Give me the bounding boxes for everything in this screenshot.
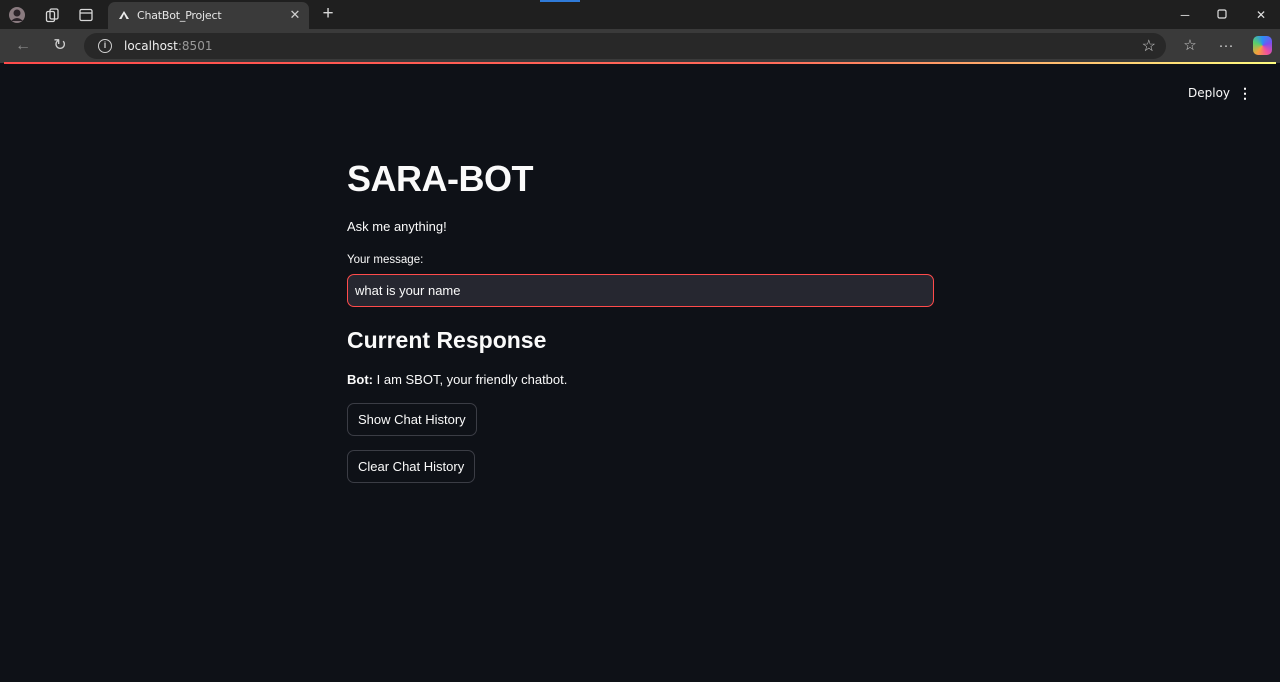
favorite-star-icon[interactable]: ☆: [1142, 36, 1156, 56]
bot-response: Bot: I am SBOT, your friendly chatbot.: [347, 372, 567, 387]
new-tab-icon[interactable]: +: [318, 4, 338, 24]
browser-address-bar: ← ↻ i localhost:8501 ☆ ☆ ···: [0, 29, 1280, 63]
page-subtitle: Ask me anything!: [347, 219, 447, 234]
url-field[interactable]: i localhost:8501 ☆: [84, 33, 1166, 59]
bot-prefix: Bot:: [347, 372, 373, 387]
more-icon[interactable]: ···: [1215, 36, 1237, 56]
maximize-icon[interactable]: [1212, 6, 1232, 24]
bot-response-text: I am SBOT, your friendly chatbot.: [373, 372, 568, 387]
show-chat-history-button[interactable]: Show Chat History: [347, 403, 477, 436]
info-icon[interactable]: i: [98, 39, 112, 53]
clear-chat-history-button[interactable]: Clear Chat History: [347, 450, 476, 483]
minimize-icon[interactable]: ─: [1175, 6, 1195, 24]
close-window-icon[interactable]: ✕: [1251, 6, 1271, 24]
page-title: SARA-BOT: [347, 158, 533, 199]
tab-chatbot-project[interactable]: ChatBot_Project ✕: [108, 2, 309, 29]
refresh-icon[interactable]: ↻: [49, 36, 71, 56]
tab-title: ChatBot_Project: [137, 9, 222, 22]
close-icon[interactable]: ✕: [288, 7, 302, 23]
collections-icon[interactable]: [42, 5, 62, 25]
back-icon[interactable]: ←: [12, 36, 34, 56]
streamlit-favicon: [118, 10, 130, 21]
deploy-button[interactable]: Deploy: [1180, 82, 1238, 104]
browser-tab-bar: ChatBot_Project ✕ + ─ ✕: [0, 0, 1280, 29]
profile-avatar-icon[interactable]: [7, 5, 27, 25]
message-input[interactable]: [347, 274, 934, 307]
tab-indicator: [540, 0, 580, 2]
copilot-icon[interactable]: [1253, 36, 1272, 55]
streamlit-app: Deploy ⋮ SARA-BOT Ask me anything! Your …: [4, 62, 1276, 682]
message-input-label: Your message:: [347, 254, 424, 266]
url-text: localhost:8501: [124, 39, 213, 53]
favorites-icon[interactable]: ☆: [1179, 36, 1201, 56]
kebab-menu-icon[interactable]: ⋮: [1234, 82, 1256, 104]
header-decoration: [4, 62, 1276, 64]
current-response-heading: Current Response: [347, 327, 547, 353]
tab-actions-icon[interactable]: [76, 5, 96, 25]
